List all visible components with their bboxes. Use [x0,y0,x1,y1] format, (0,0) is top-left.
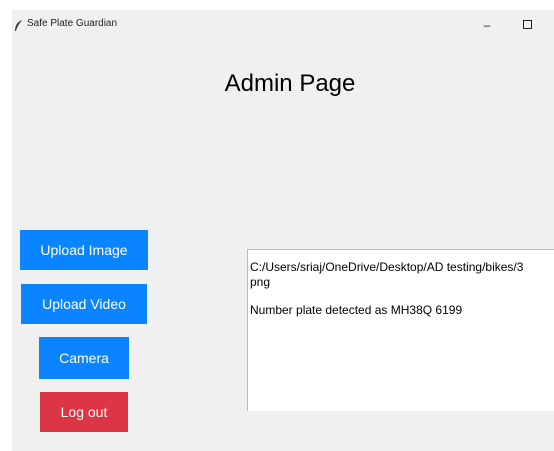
minimize-button[interactable]: – [472,14,502,36]
top-strip [0,0,554,10]
file-extension-line: png [250,275,271,289]
output-text-area[interactable]: C:/Users/sriaj/OneDrive/Desktop/AD testi… [247,249,554,411]
feather-icon [14,19,24,31]
camera-button[interactable]: Camera [39,337,129,379]
window-title: Safe Plate Guardian [27,18,118,29]
detection-result-line: Number plate detected as MH38Q 6199 [250,303,463,317]
page-title: Admin Page [224,70,356,97]
file-path-line: C:/Users/sriaj/OneDrive/Desktop/AD testi… [250,260,524,274]
upload-image-button[interactable]: Upload Image [20,230,148,270]
maximize-button[interactable] [512,14,542,36]
maximize-icon [522,19,532,29]
minimize-icon: – [483,18,491,32]
title-bar: Safe Plate Guardian – [12,10,554,44]
logout-button[interactable]: Log out [40,392,128,432]
app-window: Safe Plate Guardian – Admin Page Upload … [12,10,554,451]
upload-video-button[interactable]: Upload Video [21,284,147,324]
